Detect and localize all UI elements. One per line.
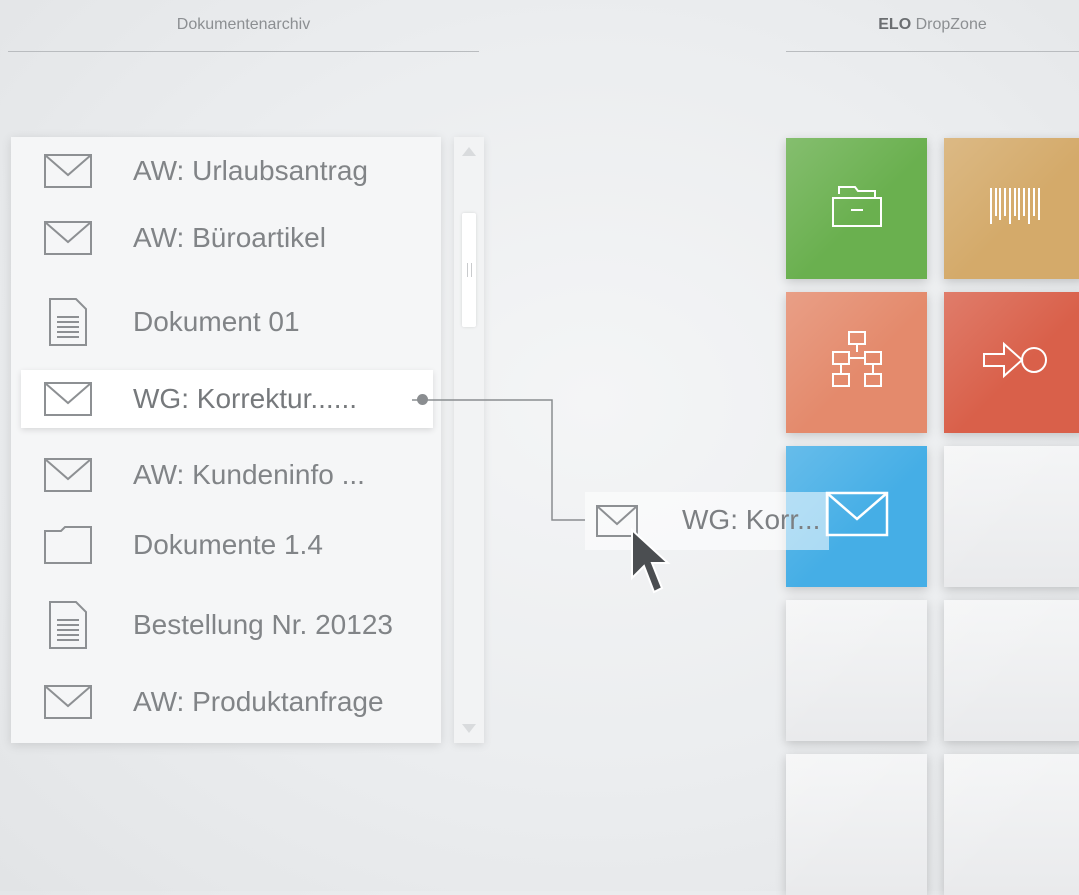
grip-icon: [467, 263, 472, 277]
arrow-circle-icon: [980, 340, 1050, 385]
list-item-label: Dokumente 1.4: [133, 529, 323, 560]
dropzone-tile-empty[interactable]: [944, 754, 1079, 895]
document-icon: [43, 297, 93, 347]
list-item[interactable]: Dokument 01: [11, 284, 441, 360]
list-item-label: Dokument 01: [133, 306, 300, 337]
workflow-icon: [829, 330, 885, 395]
archive-title-divider: [8, 51, 479, 52]
dropzone-title-divider: [786, 51, 1079, 52]
dropzone-tile-archive[interactable]: [786, 138, 927, 279]
drag-handle-dot[interactable]: [417, 394, 428, 405]
scroll-down-arrow-icon[interactable]: [462, 724, 476, 733]
list-item[interactable]: Dokumente 1.4: [11, 507, 441, 583]
list-item-label: AW: Urlaubsantrag: [133, 155, 368, 186]
dropzone-tile-barcode[interactable]: [944, 138, 1079, 279]
dropzone-title-text: DropZone: [915, 16, 987, 33]
dropzone-brand: ELO: [878, 16, 912, 33]
list-item-label: AW: Produktanfrage: [133, 686, 384, 717]
folder-drawer-icon: [831, 184, 883, 233]
list-item[interactable]: AW: Urlaubsantrag: [11, 133, 441, 209]
dropzone-tile-workflow[interactable]: [786, 292, 927, 433]
document-list: AW: Urlaubsantrag AW: Büroartikel Dokume…: [11, 137, 441, 743]
dropzone-tile-forward[interactable]: [944, 292, 1079, 433]
envelope-icon: [43, 374, 93, 424]
list-item[interactable]: AW: Büroartikel: [11, 200, 441, 276]
barcode-icon: [985, 184, 1045, 233]
dropzone-tile-empty[interactable]: [944, 446, 1079, 587]
mouse-cursor-icon: [631, 528, 671, 594]
envelope-icon: [825, 491, 889, 542]
list-item[interactable]: Bestellung Nr. 20123: [11, 587, 441, 663]
document-icon: [43, 600, 93, 650]
archive-title: Dokumentenarchiv: [176, 16, 311, 33]
dropzone-tile-empty[interactable]: [786, 754, 927, 895]
envelope-icon: [43, 450, 93, 500]
dropzone-tile-empty[interactable]: [944, 600, 1079, 741]
folder-icon: [43, 520, 93, 570]
list-item-label: AW: Kundeninfo ...: [133, 459, 365, 490]
list-item-label: Bestellung Nr. 20123: [133, 609, 393, 640]
drag-ghost-label: WG: Korr...: [682, 504, 821, 535]
scroll-thumb[interactable]: [462, 213, 476, 327]
list-item[interactable]: AW: Produktanfrage: [11, 664, 441, 740]
scroll-up-arrow-icon[interactable]: [462, 147, 476, 156]
envelope-icon: [43, 213, 93, 263]
envelope-icon: [43, 146, 93, 196]
envelope-icon: [43, 677, 93, 727]
dropzone-title: ELO DropZone: [786, 16, 1079, 34]
list-item-selected[interactable]: WG: Korrektur......: [21, 370, 433, 428]
dropzone-tile-empty[interactable]: [786, 600, 927, 741]
list-item-label: WG: Korrektur......: [133, 383, 358, 414]
list-item-label: AW: Büroartikel: [133, 222, 326, 253]
drag-ghost-item: WG: Korr...: [585, 492, 829, 550]
list-scrollbar[interactable]: [454, 137, 484, 743]
list-item[interactable]: AW: Kundeninfo ...: [11, 437, 441, 513]
